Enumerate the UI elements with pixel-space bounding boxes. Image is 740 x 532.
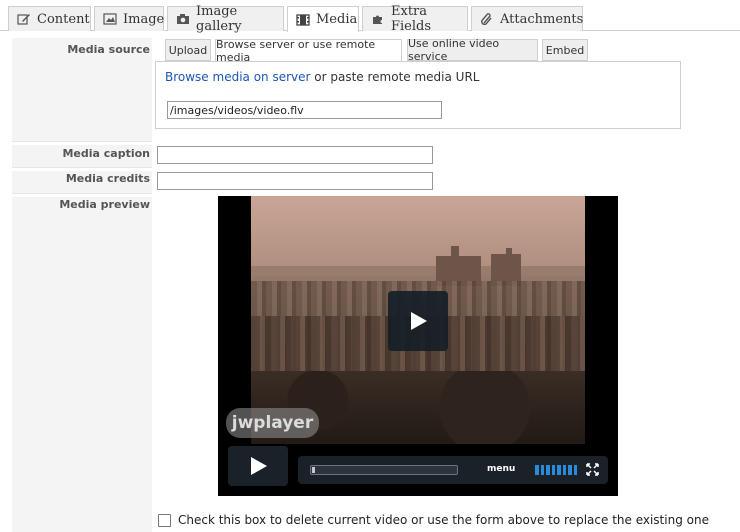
browse-instructions: Browse media on server or paste remote m… (165, 70, 479, 84)
tab-label: Browse server or use remote media (216, 37, 376, 64)
pencil-icon (17, 13, 31, 25)
delete-video-checkbox[interactable] (158, 513, 171, 527)
tab-image-gallery[interactable]: Image gallery (167, 4, 284, 34)
media-caption-label-cell: Media caption (12, 145, 152, 168)
tab-label: Image (123, 11, 165, 27)
puzzle-icon (371, 13, 385, 25)
tab-image[interactable]: Image (94, 6, 164, 31)
tab-attachments[interactable]: Attachments (471, 6, 583, 31)
tab-label: Attachments (500, 11, 584, 27)
tab-browse-server[interactable]: Browse server or use remote media (215, 37, 402, 64)
media-credits-label: Media credits (65, 172, 150, 185)
paperclip-icon (480, 13, 494, 26)
seek-progress (312, 467, 315, 473)
media-preview-label-cell: Media preview (12, 197, 152, 532)
media-source-label-cell: Media source (12, 38, 152, 142)
tab-label: Image gallery (196, 4, 242, 34)
video-player[interactable]: jwplayer menu (218, 196, 618, 496)
tab-online-video-service[interactable]: Use online video service (407, 37, 538, 63)
tab-media[interactable]: Media (287, 6, 359, 32)
tab-extra-fields[interactable]: Extra Fields (362, 4, 468, 34)
tab-content[interactable]: Content (8, 6, 91, 31)
browse-panel: Browse media on server or paste remote m… (155, 61, 681, 129)
browse-text: or paste remote media URL (310, 70, 480, 84)
browse-media-link[interactable]: Browse media on server (165, 70, 310, 84)
jwplayer-logo: jwplayer (226, 408, 319, 438)
media-credits-label-cell: Media credits (12, 171, 152, 194)
delete-video-label: Check this box to delete current video o… (178, 513, 709, 527)
item-tabs: Content Image Image gallery Media Extra … (0, 0, 740, 34)
play-icon (251, 457, 267, 475)
seek-bar[interactable] (310, 465, 458, 475)
tab-upload[interactable]: Upload (165, 39, 211, 61)
control-bar: menu (298, 456, 608, 484)
media-caption-label: Media caption (62, 147, 150, 160)
camera-icon (176, 13, 190, 25)
tab-label: Extra Fields (391, 4, 432, 34)
tab-label: Embed (545, 43, 585, 57)
delete-video-row: Check this box to delete current video o… (158, 513, 709, 527)
tab-label: Upload (168, 43, 208, 57)
play-button[interactable] (228, 446, 288, 486)
tab-label: Use online video service (408, 37, 500, 63)
play-icon (411, 312, 427, 330)
media-caption-input[interactable] (157, 146, 433, 164)
play-overlay-button[interactable] (388, 291, 448, 351)
media-preview-label: Media preview (59, 198, 150, 211)
media-source-label: Media source (67, 43, 150, 56)
volume-slider[interactable] (535, 465, 577, 475)
tab-label: Content (37, 11, 90, 27)
image-icon (103, 13, 117, 25)
media-url-input[interactable] (167, 101, 442, 119)
fullscreen-icon[interactable] (586, 463, 599, 476)
menu-button[interactable]: menu (487, 464, 515, 474)
film-icon (296, 13, 310, 26)
tab-label: Media (316, 12, 358, 27)
tab-embed[interactable]: Embed (542, 39, 588, 61)
media-credits-input[interactable] (157, 172, 433, 190)
